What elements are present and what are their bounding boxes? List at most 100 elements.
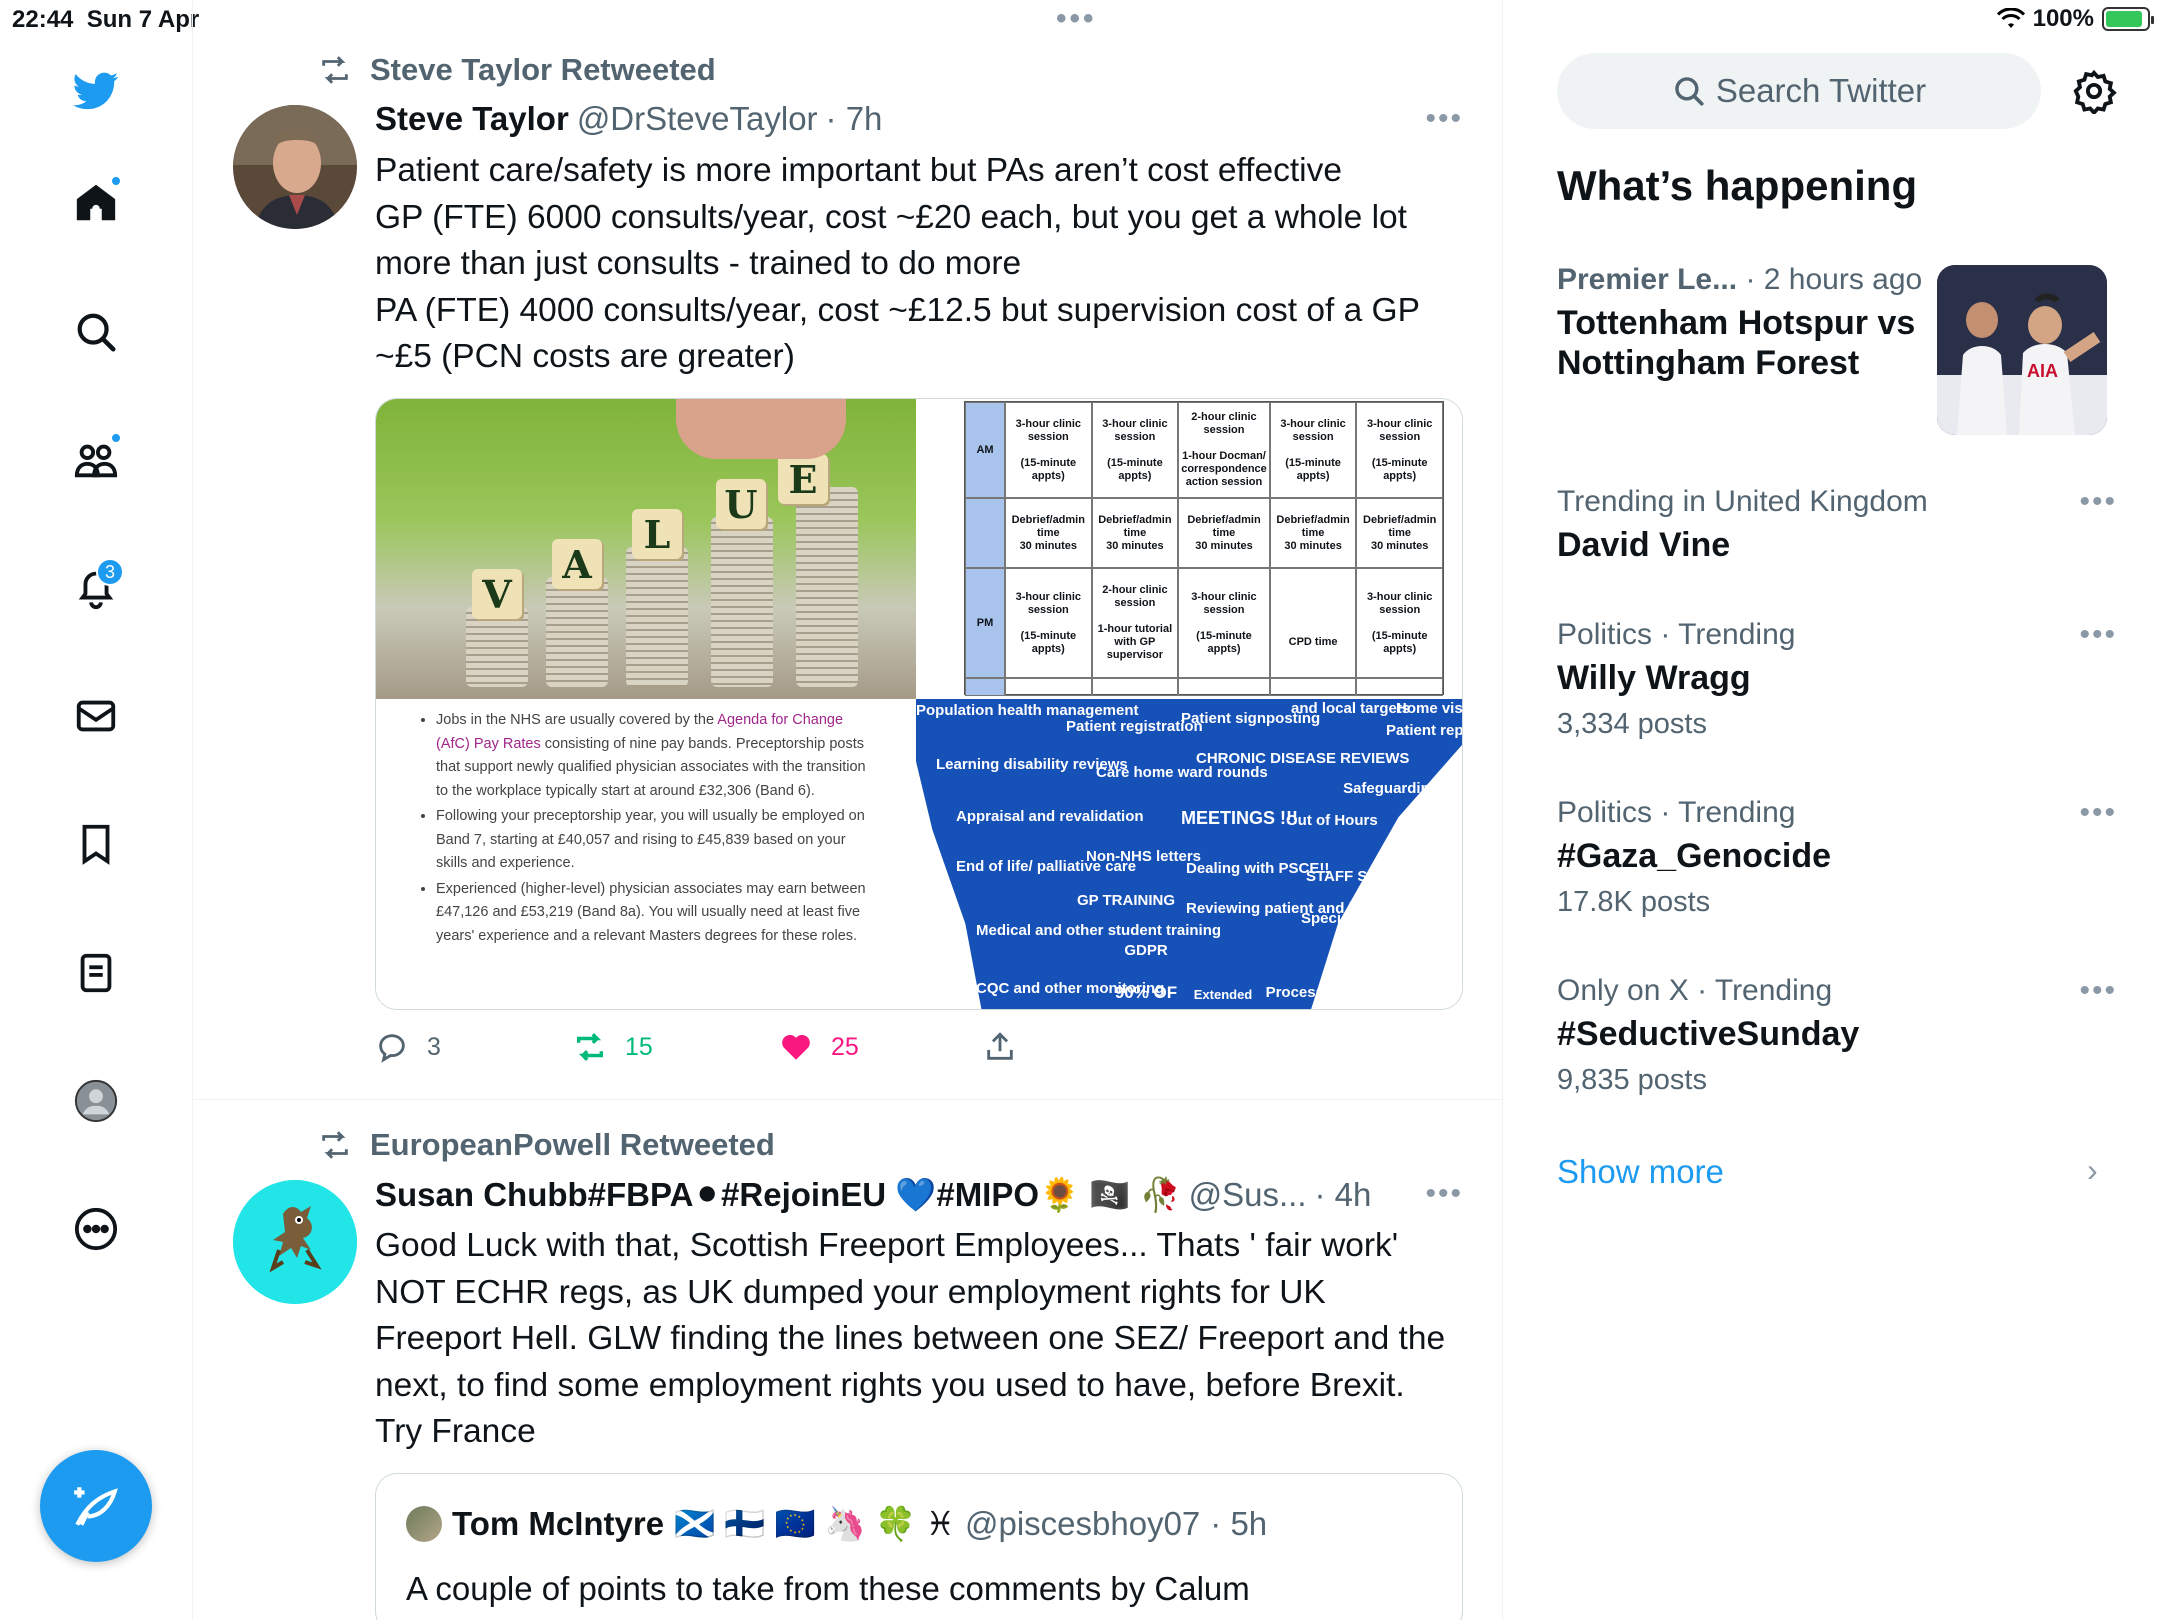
- notifications-badge: 3: [96, 558, 124, 586]
- compose-tweet-button[interactable]: [40, 1450, 152, 1562]
- quoted-author-name: Tom McIntyre: [452, 1505, 665, 1542]
- retweeted-label: Steve Taylor Retweeted: [318, 52, 716, 88]
- share-icon: [987, 1032, 1013, 1060]
- like-button[interactable]: 25: [779, 1030, 983, 1064]
- search-icon: [1675, 77, 1704, 106]
- value-letter: E: [778, 454, 828, 504]
- reply-button[interactable]: 3: [375, 1030, 573, 1064]
- home-icon: [76, 184, 116, 221]
- pay-bands-text-image[interactable]: Jobs in the NHS are usually covered by t…: [376, 699, 916, 1009]
- tweet-media-grid[interactable]: V A L U E AM 3-hour clinic session (15-m…: [375, 398, 1463, 1010]
- trend-more-icon[interactable]: •••: [2079, 974, 2117, 1008]
- retweet-icon: [322, 1131, 348, 1159]
- trend-image[interactable]: AIA: [1937, 265, 2107, 435]
- communities-icon: [74, 444, 118, 478]
- tweet-more-icon[interactable]: •••: [1425, 1177, 1463, 1211]
- tweet-more-icon[interactable]: •••: [1425, 102, 1463, 136]
- hand-graphic: [676, 399, 846, 459]
- author-name[interactable]: Susan Chubb#FBPA⚫#RejoinEU 💙#MIPO🌻 🏴‍☠️ …: [375, 1175, 1181, 1215]
- trend-item[interactable]: Trending in United Kingdom David Vine ••…: [1557, 485, 2117, 565]
- schedule-grid: AM 3-hour clinic session (15-minute appt…: [964, 401, 1444, 696]
- tweet-divider: [193, 1099, 1502, 1100]
- value-letter: U: [716, 479, 766, 529]
- bird-icon: [73, 72, 119, 110]
- trend-title: Tottenham Hotspur vs Nottingham Forest: [1557, 304, 1916, 382]
- trend-title: #SeductiveSunday: [1557, 1015, 1860, 1053]
- author-handle[interactable]: @DrSteveTaylor: [577, 100, 818, 138]
- envelope-icon: [76, 700, 116, 732]
- trend-item[interactable]: Politics · Trending Willy Wragg 3,334 po…: [1557, 618, 2117, 741]
- trend-image-sponsor-text: AIA: [2027, 361, 2058, 381]
- retweet-icon: [322, 56, 348, 84]
- search-input[interactable]: Search Twitter: [1557, 53, 2041, 129]
- search-icon: [77, 313, 116, 352]
- value-coins-image[interactable]: V A L U E: [376, 399, 916, 699]
- avatar[interactable]: [233, 1180, 357, 1304]
- trend-more-icon[interactable]: •••: [2079, 485, 2117, 519]
- avatar: [406, 1506, 442, 1542]
- twitter-logo-icon[interactable]: [66, 60, 126, 120]
- trend-meta: Trending in United Kingdom: [1557, 485, 1928, 518]
- trend-more-icon[interactable]: •••: [2079, 618, 2117, 652]
- avatar[interactable]: [233, 105, 357, 229]
- tweet-time[interactable]: · 4h: [1315, 1176, 1372, 1214]
- list-icon: [80, 953, 112, 993]
- compose-feather-icon: [74, 1487, 118, 1526]
- reply-icon: [379, 1034, 405, 1063]
- trend-title: Willy Wragg: [1557, 659, 1751, 697]
- trend-post-count: 3,334 posts: [1557, 708, 1707, 740]
- timeline: Steve Taylor Retweeted Steve Taylor @DrS…: [193, 0, 1503, 1620]
- whats-happening-heading: What’s happening: [1557, 162, 1918, 209]
- retweeted-label: EuropeanPowell Retweeted: [318, 1127, 775, 1163]
- pay-bullet: Jobs in the NHS are usually covered by t…: [436, 709, 876, 803]
- nav-profile[interactable]: [66, 1071, 126, 1131]
- author-name[interactable]: Steve Taylor: [375, 100, 569, 138]
- trend-item[interactable]: Politics · Trending #Gaza_Genocide 17.8K…: [1557, 796, 2117, 919]
- quoted-tweet-time: · 5h: [1210, 1505, 1268, 1542]
- more-circle-icon: [74, 1207, 118, 1251]
- nav-messages[interactable]: [66, 686, 126, 746]
- quoted-author-handle: @piscesbhoy07: [964, 1505, 1201, 1542]
- home-unread-dot: [110, 175, 122, 187]
- author-handle[interactable]: @Sus...: [1189, 1176, 1307, 1214]
- tweet-text: Good Luck with that, Scottish Freeport E…: [375, 1227, 1446, 1450]
- nav-bookmarks[interactable]: [66, 814, 126, 874]
- nav-communities[interactable]: [66, 430, 126, 490]
- trend-title: David Vine: [1557, 526, 1731, 564]
- trend-post-count: 17.8K posts: [1557, 886, 1711, 918]
- value-letter: V: [472, 569, 522, 619]
- quoted-tweet-header: Tom McIntyre 🏴󠁧󠁢󠁳󠁣󠁴󠁿 🇫🇮 🇪🇺 🦄 🍀 ♓ @pisces…: [406, 1504, 1267, 1544]
- gear-icon[interactable]: [2071, 68, 2117, 114]
- trend-more-icon[interactable]: •••: [2079, 796, 2117, 830]
- bookmark-icon: [82, 824, 110, 865]
- value-letter: L: [632, 509, 682, 559]
- right-sidebar: Search Twitter What’s happening Premier …: [1503, 0, 2160, 1620]
- trend-title: #Gaza_Genocide: [1557, 837, 1832, 875]
- chevron-right-icon[interactable]: ›: [2087, 1152, 2098, 1189]
- nav-notifications[interactable]: 3: [66, 558, 126, 618]
- quoted-tweet-text: A couple of points to take from these co…: [406, 1570, 1250, 1607]
- gp-workload-word-cloud-image[interactable]: Population health management Patient reg…: [916, 699, 1462, 1009]
- quoted-author-flags: 🏴󠁧󠁢󠁳󠁣󠁴󠁿 🇫🇮 🇪🇺 🦄 🍀 ♓: [674, 1505, 955, 1542]
- nav-lists[interactable]: [66, 943, 126, 1003]
- nav-home[interactable]: [66, 173, 126, 233]
- trend-post-count: 9,835 posts: [1557, 1064, 1707, 1096]
- trend-meta: Politics · Trending: [1557, 618, 1796, 651]
- show-more-link[interactable]: Show more: [1557, 1153, 1724, 1191]
- nav-explore[interactable]: [66, 302, 126, 362]
- nav-more[interactable]: [66, 1199, 126, 1259]
- tweet-time[interactable]: · 7h: [826, 100, 883, 138]
- retweet-icon: [576, 1033, 604, 1061]
- schedule-table-image[interactable]: AM 3-hour clinic session (15-minute appt…: [946, 399, 1462, 699]
- tweet-text: Patient care/safety is more important bu…: [375, 152, 1420, 375]
- trend-meta: Only on X · Trending: [1557, 974, 1833, 1007]
- quoted-tweet[interactable]: Tom McIntyre 🏴󠁧󠁢󠁳󠁣󠁴󠁿 🇫🇮 🇪🇺 🦄 🍀 ♓ @pisces…: [375, 1473, 1463, 1620]
- left-navigation: 3: [0, 0, 193, 1620]
- value-letter: A: [552, 539, 602, 589]
- trend-meta: Politics · Trending: [1557, 796, 1796, 829]
- tweet-header: Steve Taylor @DrSteveTaylor · 7h: [375, 100, 882, 138]
- share-button[interactable]: [983, 1030, 1017, 1064]
- profile-avatar-icon: [74, 1079, 118, 1123]
- trend-item[interactable]: Only on X · Trending #SeductiveSunday 9,…: [1557, 974, 2117, 1097]
- retweet-button[interactable]: 15: [573, 1030, 779, 1064]
